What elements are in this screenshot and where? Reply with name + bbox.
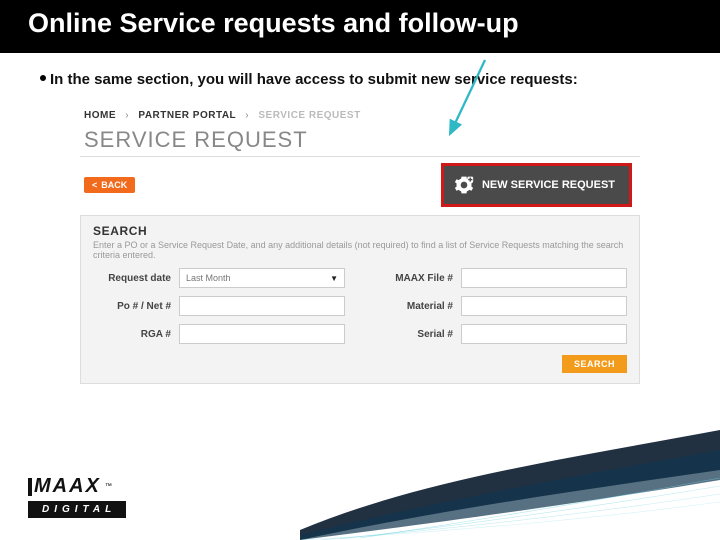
search-panel-description: Enter a PO or a Service Request Date, an… bbox=[93, 240, 627, 268]
request-date-select[interactable]: Last Month ▼ bbox=[179, 268, 345, 288]
new-service-request-button[interactable]: NEW SERVICE REQUEST bbox=[441, 163, 632, 207]
po-net-input[interactable] bbox=[179, 296, 345, 316]
label-request-date: Request date bbox=[93, 273, 171, 284]
rga-input[interactable] bbox=[179, 324, 345, 344]
breadcrumb-partner-portal[interactable]: PARTNER PORTAL bbox=[138, 110, 236, 121]
page-title: SERVICE REQUEST bbox=[80, 125, 640, 157]
field-serial: Serial # bbox=[375, 324, 627, 344]
label-rga: RGA # bbox=[93, 329, 171, 340]
search-form: Request date Last Month ▼ MAAX File # Po… bbox=[93, 268, 627, 344]
chevron-down-icon: ▼ bbox=[330, 274, 338, 283]
breadcrumb-separator: › bbox=[239, 110, 255, 121]
breadcrumb-current: SERVICE REQUEST bbox=[258, 110, 360, 121]
maax-logo: MAAX ™ bbox=[28, 475, 126, 498]
serial-input[interactable] bbox=[461, 324, 627, 344]
maax-file-input[interactable] bbox=[461, 268, 627, 288]
chevron-left-icon: < bbox=[92, 180, 97, 190]
breadcrumb: HOME › PARTNER PORTAL › SERVICE REQUEST bbox=[80, 106, 640, 125]
material-input[interactable] bbox=[461, 296, 627, 316]
decorative-wave-icon bbox=[300, 420, 720, 540]
back-button[interactable]: < BACK bbox=[84, 177, 135, 193]
logo-bar-icon bbox=[28, 478, 32, 496]
field-maax-file: MAAX File # bbox=[375, 268, 627, 288]
field-request-date: Request date Last Month ▼ bbox=[93, 268, 345, 288]
logo: MAAX ™ DIGITAL bbox=[28, 475, 126, 518]
field-material: Material # bbox=[375, 296, 627, 316]
gear-icon bbox=[454, 175, 474, 195]
new-service-request-label: NEW SERVICE REQUEST bbox=[482, 179, 615, 191]
breadcrumb-separator: › bbox=[119, 110, 135, 121]
footer-logo: MAAX ™ DIGITAL bbox=[28, 475, 126, 518]
slide: Online Service requests and follow-up In… bbox=[0, 0, 720, 540]
field-po-net: Po # / Net # bbox=[93, 296, 345, 316]
logo-brand: MAAX bbox=[34, 475, 101, 498]
slide-title: Online Service requests and follow-up bbox=[28, 8, 692, 39]
request-date-value: Last Month bbox=[186, 273, 231, 283]
search-panel: SEARCH Enter a PO or a Service Request D… bbox=[80, 215, 640, 384]
label-serial: Serial # bbox=[375, 329, 453, 340]
label-po-net: Po # / Net # bbox=[93, 301, 171, 312]
label-material: Material # bbox=[375, 301, 453, 312]
back-button-label: BACK bbox=[101, 180, 127, 190]
controls-row: < BACK NEW SERVICE REQUEST bbox=[80, 157, 640, 215]
logo-subbrand: DIGITAL bbox=[28, 501, 126, 518]
label-maax-file: MAAX File # bbox=[375, 273, 453, 284]
field-rga: RGA # bbox=[93, 324, 345, 344]
embedded-screenshot: HOME › PARTNER PORTAL › SERVICE REQUEST … bbox=[80, 106, 640, 384]
bullet-dot-icon bbox=[40, 75, 46, 81]
trademark-icon: ™ bbox=[105, 483, 112, 490]
slide-title-bar: Online Service requests and follow-up bbox=[0, 0, 720, 53]
bullet-content: In the same section, you will have acces… bbox=[50, 71, 578, 88]
search-button[interactable]: SEARCH bbox=[562, 355, 627, 373]
bullet-text: In the same section, you will have acces… bbox=[0, 53, 720, 98]
breadcrumb-home[interactable]: HOME bbox=[84, 110, 116, 121]
search-panel-title: SEARCH bbox=[93, 224, 627, 240]
search-button-row: SEARCH bbox=[93, 344, 627, 373]
